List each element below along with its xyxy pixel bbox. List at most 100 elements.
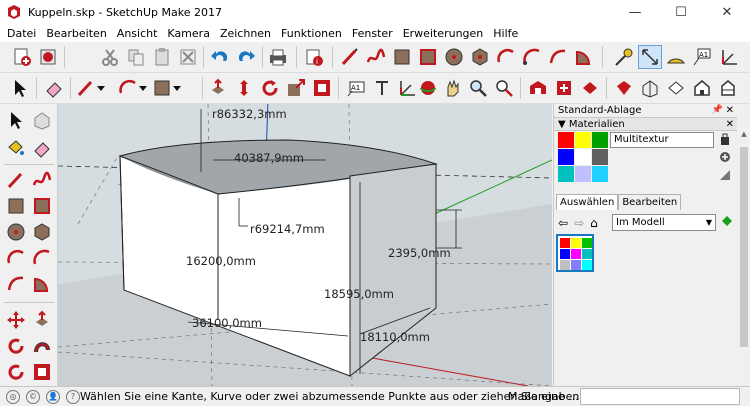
three-point-arc-large-icon[interactable] — [4, 272, 28, 296]
push-pull-icon[interactable] — [206, 76, 230, 100]
home-icon[interactable]: ⌂ — [590, 216, 598, 230]
scale-tool-icon[interactable] — [4, 360, 28, 384]
print-icon[interactable] — [266, 45, 290, 69]
rectangle-large-icon[interactable] — [4, 194, 28, 218]
menu-funktionen[interactable]: Funktionen — [276, 27, 347, 40]
rotate-icon[interactable] — [258, 76, 282, 100]
shape-dropdown-icon[interactable] — [172, 76, 182, 100]
menu-zeichnen[interactable]: Zeichnen — [215, 27, 276, 40]
paint-bucket-icon[interactable] — [4, 136, 28, 160]
cut-icon[interactable] — [98, 45, 122, 69]
front-view-icon[interactable] — [690, 76, 714, 100]
pencil-icon[interactable] — [74, 76, 98, 100]
eraser-tool-icon[interactable] — [30, 136, 54, 160]
freehand-icon[interactable] — [364, 45, 388, 69]
axes-icon[interactable] — [718, 45, 742, 69]
three-point-arc-icon[interactable] — [546, 45, 570, 69]
line-icon[interactable] — [338, 45, 362, 69]
rotated-rectangle-icon[interactable] — [30, 194, 54, 218]
panel-close-icon[interactable]: ✕ — [726, 118, 734, 132]
rotate-tool-icon[interactable] — [4, 334, 28, 358]
geo-location-icon[interactable]: ◎ — [6, 389, 20, 404]
line-tool-icon[interactable] — [4, 168, 28, 192]
menu-erweiterungen[interactable]: Erweiterungen — [398, 27, 489, 40]
offset-icon[interactable] — [310, 76, 334, 100]
rectangle-tool-icon[interactable] — [150, 76, 174, 100]
protractor-icon[interactable] — [664, 45, 688, 69]
pie-large-icon[interactable] — [30, 272, 54, 296]
credits-icon[interactable]: © — [26, 389, 40, 404]
model-info-icon[interactable]: i — [302, 45, 326, 69]
menu-hilfe[interactable]: Hilfe — [488, 27, 523, 40]
material-preview[interactable] — [558, 132, 608, 182]
tape-icon[interactable]: A1 — [344, 76, 368, 100]
material-swatch[interactable] — [592, 132, 608, 148]
freehand-tool-icon[interactable] — [30, 168, 54, 192]
rectangle-icon[interactable] — [390, 45, 414, 69]
warehouse-icon[interactable] — [526, 76, 550, 100]
tray-close-icon[interactable]: ✕ — [726, 104, 734, 117]
materials-panel-header[interactable]: ▼ Materialien ✕ — [554, 117, 737, 131]
two-point-arc-large-icon[interactable] — [30, 246, 54, 270]
tray-scrollbar[interactable]: ▲ — [738, 127, 750, 386]
erase-icon[interactable] — [176, 45, 200, 69]
scroll-up-icon[interactable]: ▲ — [738, 127, 750, 141]
minimize-button[interactable]: — — [612, 0, 658, 24]
right-view-icon[interactable] — [716, 76, 740, 100]
scroll-thumb[interactable] — [740, 147, 748, 347]
iso-view-icon[interactable] — [638, 76, 662, 100]
circle-tool-icon[interactable] — [4, 220, 28, 244]
text-tool-icon[interactable] — [370, 76, 394, 100]
arc-dropdown-icon[interactable] — [138, 76, 148, 100]
extension-icon[interactable] — [552, 76, 576, 100]
menu-fenster[interactable]: Fenster — [347, 27, 398, 40]
scale-icon[interactable] — [284, 76, 308, 100]
menu-kamera[interactable]: Kamera — [162, 27, 215, 40]
material-swatch[interactable] — [575, 132, 591, 148]
details-icon[interactable] — [720, 214, 734, 230]
push-pull-tool-icon[interactable] — [30, 308, 54, 332]
tape-measure-icon[interactable] — [612, 45, 636, 69]
maximize-button[interactable]: ☐ — [658, 0, 704, 24]
dimension-icon[interactable] — [638, 45, 662, 69]
paint-bucket-sample-icon[interactable] — [718, 132, 732, 146]
help-icon[interactable]: ? — [66, 389, 80, 404]
back-icon[interactable]: ⇦ — [558, 216, 568, 230]
pie-icon[interactable] — [572, 45, 596, 69]
material-swatch[interactable] — [592, 149, 608, 165]
paste-icon[interactable] — [150, 45, 174, 69]
pin-icon[interactable]: 📌 — [712, 104, 723, 117]
orbit-icon[interactable] — [416, 76, 440, 100]
measurements-input[interactable] — [580, 388, 740, 405]
ruby-icon[interactable] — [612, 76, 636, 100]
top-view-icon[interactable] — [664, 76, 688, 100]
redo-icon[interactable] — [234, 45, 258, 69]
two-point-arc-icon[interactable] — [520, 45, 544, 69]
material-swatch[interactable] — [558, 132, 574, 148]
material-name-field[interactable]: Multitextur — [610, 132, 714, 148]
material-swatch[interactable] — [575, 149, 591, 165]
offset-tool-icon[interactable] — [30, 360, 54, 384]
new-model-icon[interactable] — [10, 45, 34, 69]
material-swatch[interactable] — [558, 166, 574, 182]
circle-icon[interactable] — [442, 45, 466, 69]
material-thumbnail[interactable] — [556, 234, 594, 272]
open-icon[interactable] — [36, 45, 60, 69]
arc-tool-icon[interactable] — [116, 76, 140, 100]
tab-select[interactable]: Auswählen — [556, 194, 619, 210]
material-swatch[interactable] — [575, 166, 591, 182]
pencil-dropdown-icon[interactable] — [96, 76, 106, 100]
move-icon[interactable] — [232, 76, 256, 100]
forward-icon[interactable]: ⇨ — [574, 216, 584, 230]
zoom-extents-icon[interactable] — [492, 76, 516, 100]
polygon-icon[interactable] — [468, 45, 492, 69]
polygon-tool-icon[interactable] — [30, 220, 54, 244]
tab-edit[interactable]: Bearbeiten — [618, 194, 682, 210]
material-swatch[interactable] — [558, 149, 574, 165]
text-icon[interactable]: A1 — [690, 45, 714, 69]
select-tool-icon[interactable] — [4, 108, 28, 132]
eraser-icon[interactable] — [42, 76, 66, 100]
make-component-icon[interactable] — [30, 108, 54, 132]
menu-ansicht[interactable]: Ansicht — [112, 27, 163, 40]
move-tool-icon[interactable] — [4, 308, 28, 332]
